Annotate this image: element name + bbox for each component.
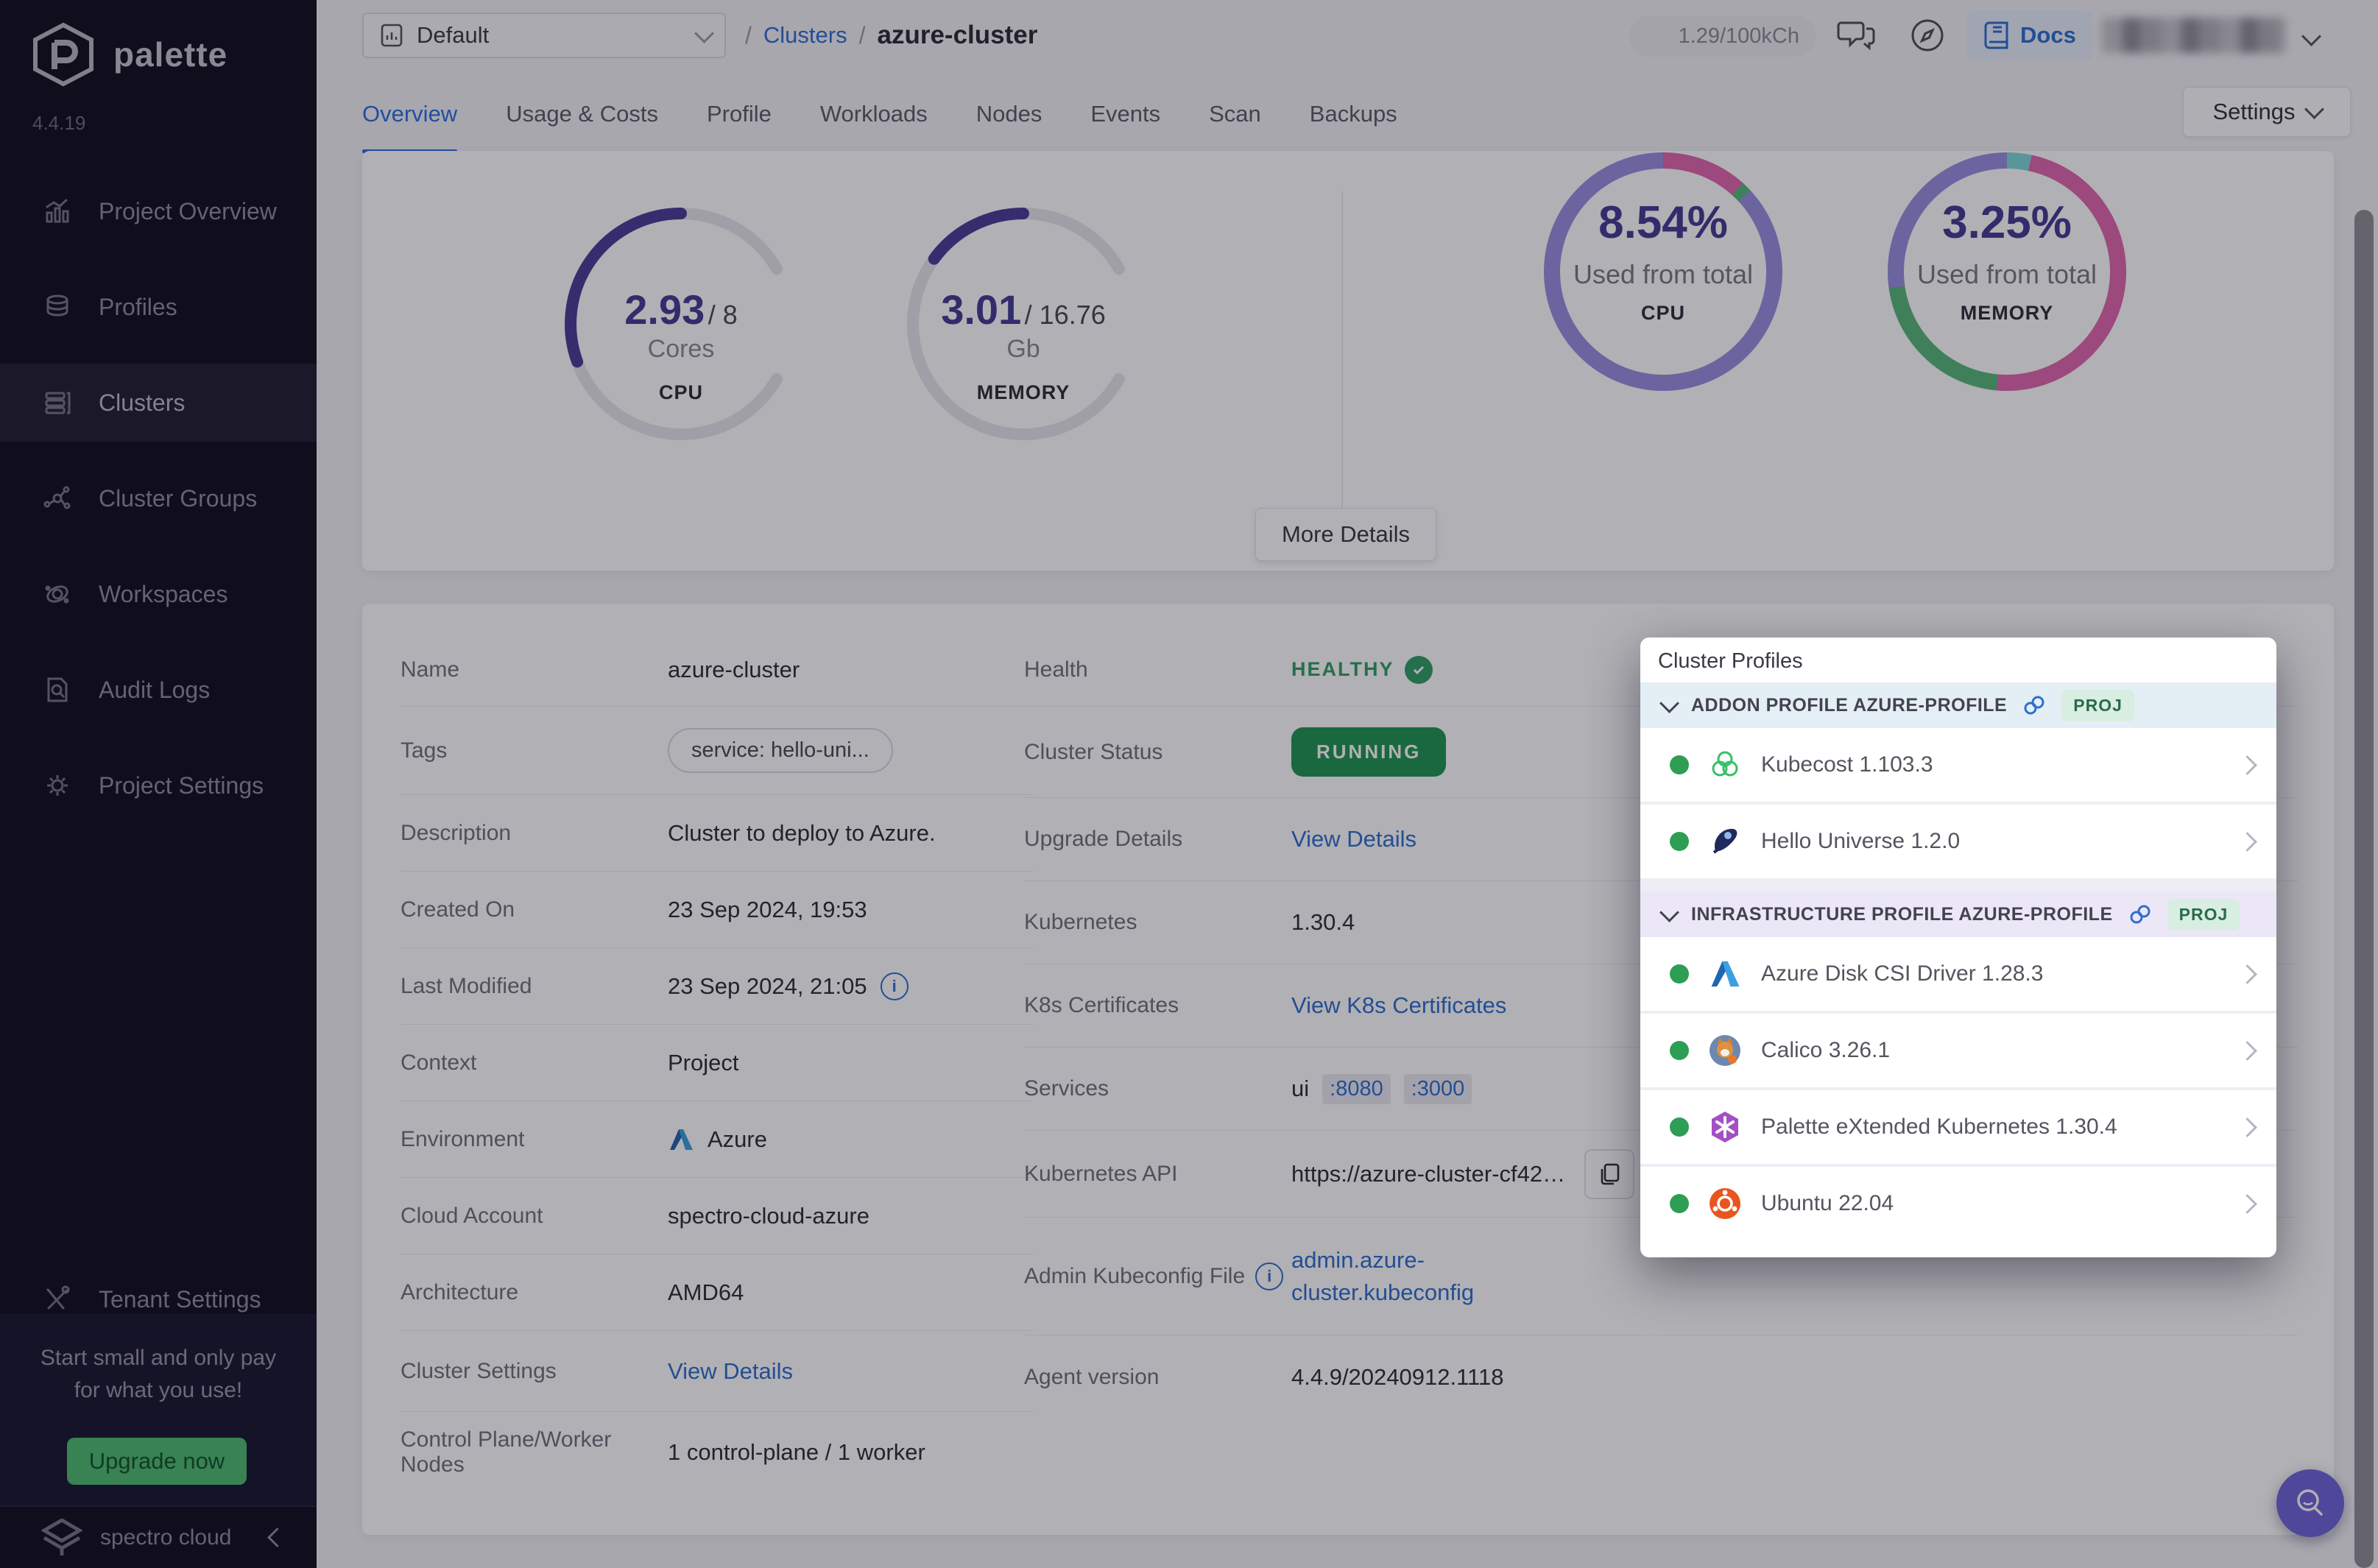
chevron-right-icon bbox=[2237, 1041, 2257, 1061]
chevron-right-icon bbox=[2237, 755, 2257, 775]
chevron-down-icon bbox=[1659, 903, 1679, 922]
addon-profile-header-label: ADDON PROFILE AZURE-PROFILE bbox=[1691, 695, 2007, 716]
profile-row-calico[interactable]: Calico 3.26.1 bbox=[1640, 1014, 2276, 1090]
kubecost-logo-icon bbox=[1708, 748, 1742, 782]
addon-profile-header[interactable]: ADDON PROFILE AZURE-PROFILE PROJ bbox=[1640, 682, 2276, 728]
calico-logo-icon bbox=[1708, 1034, 1742, 1067]
profile-row-label: Calico 3.26.1 bbox=[1761, 1038, 2221, 1063]
profile-row-azure-disk-csi[interactable]: Azure Disk CSI Driver 1.28.3 bbox=[1640, 937, 2276, 1014]
cluster-profiles-popup: Cluster Profiles ADDON PROFILE AZURE-PRO… bbox=[1640, 638, 2276, 1257]
chevron-right-icon bbox=[2237, 832, 2257, 852]
proj-badge: PROJ bbox=[2167, 899, 2240, 930]
profile-row-palette-extended-kubernetes[interactable]: Palette eXtended Kubernetes 1.30.4 bbox=[1640, 1090, 2276, 1167]
chevron-right-icon bbox=[2237, 964, 2257, 984]
link-icon bbox=[2128, 902, 2153, 927]
azure-logo-icon bbox=[1708, 957, 1742, 991]
status-dot-icon bbox=[1670, 755, 1689, 774]
chevron-right-icon bbox=[2237, 1194, 2257, 1214]
profile-row-kubecost[interactable]: Kubecost 1.103.3 bbox=[1640, 728, 2276, 805]
status-dot-icon bbox=[1670, 1194, 1689, 1213]
profile-row-hello-universe[interactable]: Hello Universe 1.2.0 bbox=[1640, 805, 2276, 881]
profile-row-label: Azure Disk CSI Driver 1.28.3 bbox=[1761, 961, 2221, 986]
profile-row-ubuntu[interactable]: Ubuntu 22.04 bbox=[1640, 1167, 2276, 1240]
status-dot-icon bbox=[1670, 1041, 1689, 1060]
link-icon bbox=[2022, 693, 2047, 718]
profile-row-label: Ubuntu 22.04 bbox=[1761, 1191, 2221, 1216]
palette-app: palette 4.4.19 Project Overview Profiles bbox=[0, 0, 2378, 1568]
status-dot-icon bbox=[1670, 832, 1689, 851]
profile-row-label: Kubecost 1.103.3 bbox=[1761, 752, 2221, 777]
popup-title: Cluster Profiles bbox=[1640, 638, 2276, 682]
infrastructure-profile-header[interactable]: INFRASTRUCTURE PROFILE AZURE-PROFILE PRO… bbox=[1640, 891, 2276, 937]
status-dot-icon bbox=[1670, 964, 1689, 983]
profile-row-label: Hello Universe 1.2.0 bbox=[1761, 829, 2221, 854]
profile-row-label: Palette eXtended Kubernetes 1.30.4 bbox=[1761, 1115, 2221, 1140]
chevron-right-icon bbox=[2237, 1117, 2257, 1137]
chevron-down-icon bbox=[1659, 693, 1679, 713]
pxk-logo-icon bbox=[1708, 1110, 1742, 1144]
hello-universe-logo-icon bbox=[1708, 824, 1742, 858]
infrastructure-profile-header-label: INFRASTRUCTURE PROFILE AZURE-PROFILE bbox=[1691, 904, 2113, 925]
proj-badge: PROJ bbox=[2061, 690, 2134, 721]
ubuntu-logo-icon bbox=[1708, 1187, 1742, 1221]
status-dot-icon bbox=[1670, 1117, 1689, 1137]
